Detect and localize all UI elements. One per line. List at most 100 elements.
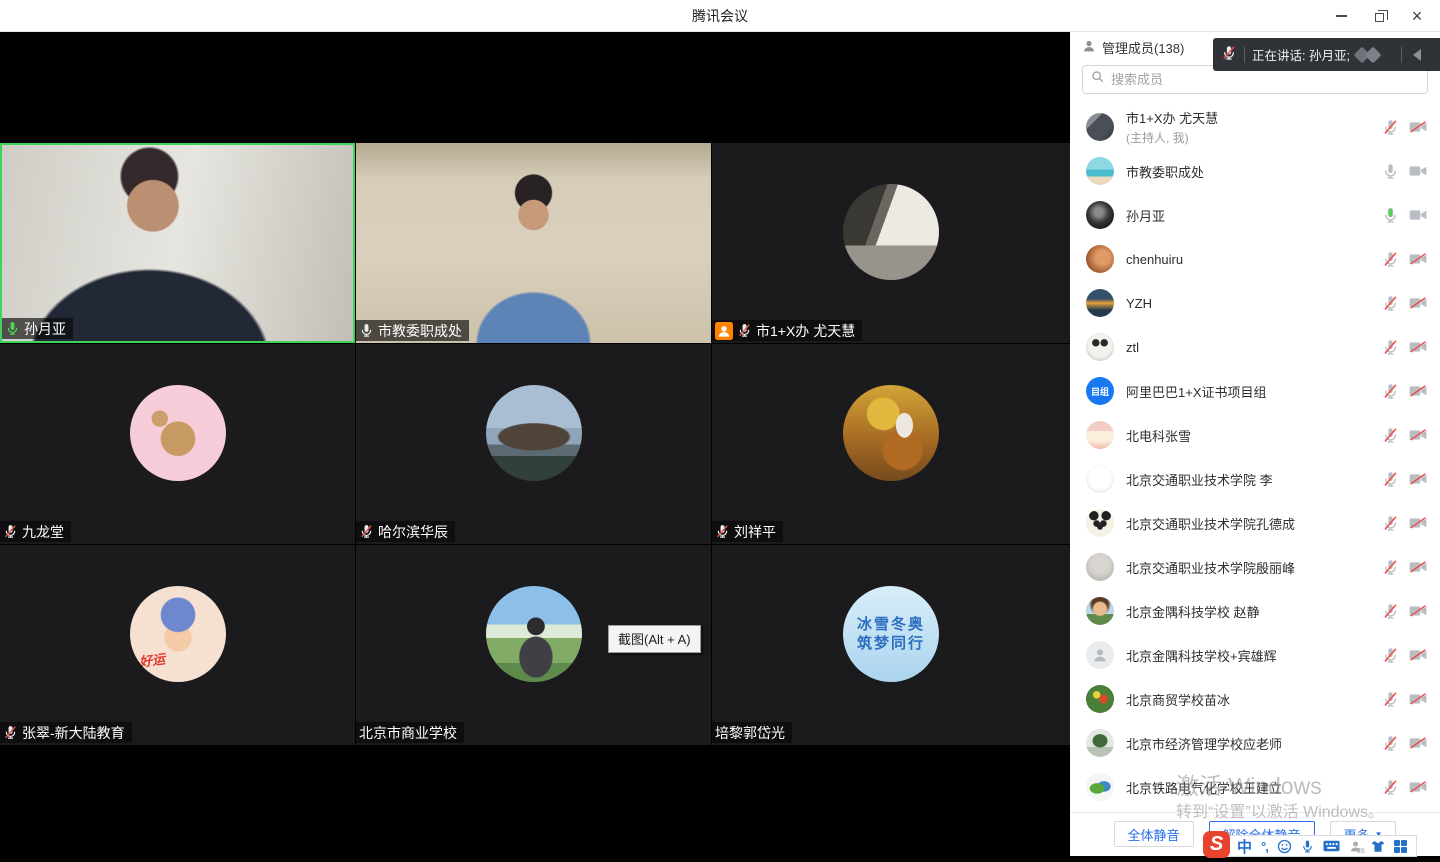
video-tile[interactable]: 九龙堂 <box>0 344 355 544</box>
camera-toggle-icon[interactable] <box>1409 297 1427 309</box>
member-name: 孙月亚 <box>1126 206 1382 225</box>
participant-avatar <box>843 184 939 280</box>
mic-toggle-icon[interactable] <box>1382 603 1399 620</box>
member-name: YZH <box>1126 296 1382 311</box>
member-row[interactable]: chenhuiru <box>1070 237 1440 281</box>
participant-avatar <box>130 385 226 481</box>
voice-input-icon[interactable] <box>1301 839 1314 854</box>
keyboard-icon[interactable] <box>1323 840 1340 852</box>
member-row[interactable]: 北京市经济管理学校应老师 <box>1070 721 1440 765</box>
mute-all-button[interactable]: 全体静音 <box>1114 821 1194 847</box>
member-avatar <box>1086 113 1114 141</box>
member-row[interactable]: 北京铁路电气化学校王建立 <box>1070 765 1440 809</box>
camera-toggle-icon[interactable] <box>1409 605 1427 617</box>
mic-toggle-icon[interactable] <box>1382 251 1399 268</box>
camera-toggle-icon[interactable] <box>1409 737 1427 749</box>
member-row[interactable]: ztl <box>1070 325 1440 369</box>
search-input[interactable] <box>1111 72 1419 87</box>
participant-name: 北京市商业学校 <box>359 723 457 743</box>
mic-toggle-icon[interactable] <box>1382 207 1399 224</box>
video-tile[interactable]: 刘祥平 <box>712 344 1070 544</box>
video-tile[interactable]: 冰雪冬奥筑梦同行培黎郭岱光 <box>712 545 1070 745</box>
sogou-logo-icon[interactable]: S <box>1203 831 1230 858</box>
member-name: 北电科张雪 <box>1126 426 1382 445</box>
minimize-button[interactable] <box>1322 0 1360 32</box>
member-row[interactable]: 北京商贸学校苗冰 <box>1070 677 1440 721</box>
emoji-icon[interactable] <box>1277 839 1292 854</box>
members-icon <box>1082 39 1096 56</box>
member-avatar <box>1086 333 1114 361</box>
member-row[interactable]: 市教委职成处 <box>1070 149 1440 193</box>
member-name: 阿里巴巴1+X证书项目组 <box>1126 382 1382 401</box>
member-row[interactable]: YZH <box>1070 281 1440 325</box>
camera-toggle-icon[interactable] <box>1409 253 1427 265</box>
member-count-label: 管理成员(138) <box>1102 38 1184 57</box>
video-tile[interactable]: 市教委职成处 <box>356 143 711 343</box>
camera-toggle-icon[interactable] <box>1409 517 1427 529</box>
video-tile[interactable]: 好运 张翠-新大陆教育 <box>0 545 355 745</box>
mic-status-icon <box>3 524 18 539</box>
mic-status-icon <box>715 524 730 539</box>
mic-toggle-icon[interactable] <box>1382 647 1399 664</box>
close-button[interactable]: × <box>1398 0 1436 32</box>
participant-name: 哈尔滨华辰 <box>378 522 448 542</box>
mic-toggle-icon[interactable] <box>1382 163 1399 180</box>
camera-toggle-icon[interactable] <box>1409 165 1427 177</box>
mic-toggle-icon[interactable] <box>1382 779 1399 796</box>
ime-mode-chinese[interactable]: 中 <box>1237 836 1252 857</box>
mic-toggle-icon[interactable] <box>1382 295 1399 312</box>
camera-toggle-icon[interactable] <box>1409 341 1427 353</box>
camera-toggle-icon[interactable] <box>1409 121 1427 133</box>
camera-toggle-icon[interactable] <box>1409 385 1427 397</box>
ime-punctuation[interactable]: °, <box>1261 839 1268 854</box>
mic-toggle-icon[interactable] <box>1382 339 1399 356</box>
toolbox-icon[interactable] <box>1394 840 1407 853</box>
member-row[interactable]: 北京交通职业技术学院殷丽峰 <box>1070 545 1440 589</box>
member-row[interactable]: 北电科张雪 <box>1070 413 1440 457</box>
mic-muted-icon[interactable] <box>1221 45 1237 64</box>
member-name: 北京交通职业技术学院殷丽峰 <box>1126 558 1382 577</box>
camera-toggle-icon[interactable] <box>1409 473 1427 485</box>
member-row[interactable]: 北京交通职业技术学院 李 <box>1070 457 1440 501</box>
mic-toggle-icon[interactable] <box>1382 119 1399 136</box>
mic-toggle-icon[interactable] <box>1382 515 1399 532</box>
mic-toggle-icon[interactable] <box>1382 691 1399 708</box>
mic-toggle-icon[interactable] <box>1382 559 1399 576</box>
participant-avatar <box>486 385 582 481</box>
restore-button[interactable] <box>1360 0 1398 32</box>
member-row[interactable]: 北京交通职业技术学院孔德成 <box>1070 501 1440 545</box>
skin-icon[interactable] <box>1371 840 1385 853</box>
member-avatar <box>1086 245 1114 273</box>
participant-name-label: 哈尔滨华辰 <box>356 521 455 542</box>
account-icon[interactable]: 28 <box>1349 840 1362 853</box>
mic-status-icon <box>5 321 20 336</box>
participant-name: 张翠-新大陆教育 <box>22 723 125 743</box>
live-video-feed <box>2 145 353 341</box>
camera-toggle-icon[interactable] <box>1409 209 1427 221</box>
video-tile[interactable]: 孙月亚 <box>0 143 355 343</box>
member-avatar <box>1086 553 1114 581</box>
mic-toggle-icon[interactable] <box>1382 471 1399 488</box>
camera-toggle-icon[interactable] <box>1409 693 1427 705</box>
member-row[interactable]: 北京金隅科技学校+宾雄辉 <box>1070 633 1440 677</box>
participant-avatar <box>843 385 939 481</box>
member-row[interactable]: 市1+X办 尤天慧(主持人, 我) <box>1070 105 1440 149</box>
mic-toggle-icon[interactable] <box>1382 427 1399 444</box>
member-row[interactable]: 目组阿里巴巴1+X证书项目组 <box>1070 369 1440 413</box>
camera-toggle-icon[interactable] <box>1409 649 1427 661</box>
video-tile[interactable]: 哈尔滨华辰 <box>356 344 711 544</box>
member-role: (主持人, 我) <box>1126 129 1382 146</box>
member-row[interactable]: 孙月亚 <box>1070 193 1440 237</box>
collapse-arrow-icon[interactable] <box>1413 49 1421 61</box>
member-avatar <box>1086 421 1114 449</box>
speaking-label: 正在讲话: 孙月亚; <box>1252 45 1350 64</box>
mic-toggle-icon[interactable] <box>1382 383 1399 400</box>
member-row[interactable]: 北京金隅科技学校 赵静 <box>1070 589 1440 633</box>
ime-toolbar: S 中 °, 28 <box>1203 831 1417 858</box>
member-name: 市教委职成处 <box>1126 162 1382 181</box>
camera-toggle-icon[interactable] <box>1409 561 1427 573</box>
video-tile[interactable]: 市1+X办 尤天慧 <box>712 143 1070 343</box>
mic-toggle-icon[interactable] <box>1382 735 1399 752</box>
camera-toggle-icon[interactable] <box>1409 429 1427 441</box>
camera-toggle-icon[interactable] <box>1409 781 1427 793</box>
